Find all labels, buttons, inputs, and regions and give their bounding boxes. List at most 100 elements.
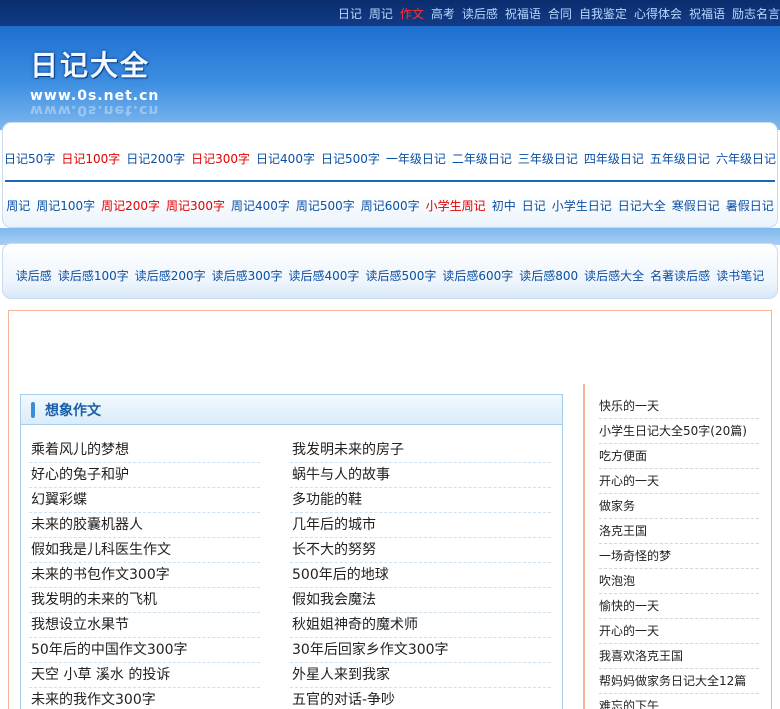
review-nav-link[interactable]: 读后感600字: [442, 267, 513, 284]
sidebar-link[interactable]: 吃方便面: [599, 444, 759, 469]
top-nav-link[interactable]: 读后感: [462, 5, 498, 22]
top-nav-link[interactable]: 日记: [338, 5, 362, 22]
diary-nav-link[interactable]: 六年级日记: [716, 150, 776, 167]
top-nav-link[interactable]: 自我鉴定: [579, 5, 627, 22]
top-nav-link[interactable]: 高考: [431, 5, 455, 22]
diary-nav-link[interactable]: 二年级日记: [452, 150, 512, 167]
article-link[interactable]: 乘着风儿的梦想: [29, 438, 260, 463]
weekly-nav-link[interactable]: 小学生周记: [426, 197, 486, 214]
sidebar-link[interactable]: 开心的一天: [599, 619, 759, 644]
sidebar: 快乐的一天 小学生日记大全50字(20篇) 吃方便面 开心的一天 做家务 洛克王国 一场奇怪…: [584, 384, 772, 709]
review-nav-link[interactable]: 读后感大全: [584, 267, 644, 284]
site-logo[interactable]: 日记大全 www.0s.net.cn www.0s.net.cn: [30, 44, 159, 118]
logo-url-reflection: www.0s.net.cn: [30, 102, 160, 118]
section-header: 想象作文: [21, 395, 562, 425]
weekly-nav-link[interactable]: 周记100字: [36, 197, 95, 214]
top-nav-link[interactable]: 作文: [400, 5, 424, 22]
diary-nav-link[interactable]: 三年级日记: [518, 150, 578, 167]
article-link[interactable]: 天空 小草 溪水 的投诉: [29, 663, 260, 688]
review-nav-link[interactable]: 读书笔记: [716, 267, 764, 284]
diary-nav-link[interactable]: 日记50字: [4, 150, 55, 167]
sidebar-link[interactable]: 洛克王国: [599, 519, 759, 544]
review-nav-link[interactable]: 读后感400字: [289, 267, 360, 284]
sidebar-link[interactable]: 一场奇怪的梦: [599, 544, 759, 569]
diary-nav-link[interactable]: 四年级日记: [584, 150, 644, 167]
weekly-nav-link[interactable]: 周记300字: [166, 197, 225, 214]
site-header: 日记大全 www.0s.net.cn www.0s.net.cn: [0, 26, 780, 130]
section-marker: [31, 401, 35, 418]
weekly-nav-link[interactable]: 周记: [6, 197, 30, 214]
weekly-nav-link[interactable]: 日记: [522, 197, 546, 214]
weekly-nav-link[interactable]: 寒假日记: [672, 197, 720, 214]
weekly-nav-link[interactable]: 小学生日记: [552, 197, 612, 214]
article-link[interactable]: 我发明的未来的飞机: [29, 588, 260, 613]
article-link[interactable]: 50年后的中国作文300字: [29, 638, 260, 663]
article-link[interactable]: 假如我是儿科医生作文: [29, 538, 260, 563]
article-link[interactable]: 五官的对话-争吵: [290, 688, 551, 709]
article-link[interactable]: 我想设立水果节: [29, 613, 260, 638]
article-list: 乘着风儿的梦想 我发明未来的房子好心的兔子和驴 蜗牛与人的故事幻翼彩蝶 多功能的鞋未来…: [29, 438, 551, 709]
weekly-nav-link[interactable]: 周记400字: [231, 197, 290, 214]
weekly-nav-link[interactable]: 暑假日记: [726, 197, 774, 214]
diary-nav-link[interactable]: 日记300字: [191, 150, 250, 167]
sidebar-link[interactable]: 吹泡泡: [599, 569, 759, 594]
article-link[interactable]: 多功能的鞋: [290, 488, 551, 513]
article-link[interactable]: 外星人来到我家: [290, 663, 551, 688]
main-content: 想象作文 乘着风儿的梦想 我发明未来的房子好心的兔子和驴 蜗牛与人的故事幻翼彩蝶 多功…: [8, 384, 584, 709]
top-nav-link[interactable]: 周记: [369, 5, 393, 22]
sidebar-link[interactable]: 小学生日记大全50字(20篇): [599, 419, 759, 444]
review-nav-link[interactable]: 读后感500字: [365, 267, 436, 284]
weekly-nav-link[interactable]: 日记大全: [618, 197, 666, 214]
diary-nav-link[interactable]: 日记500字: [321, 150, 380, 167]
review-nav-row: 读后感 读后感100字 读后感200字 读后感300字 读后感400字 读后感500字 读后…: [3, 267, 777, 284]
nav-divider: [5, 180, 775, 182]
article-link[interactable]: 蜗牛与人的故事: [290, 463, 551, 488]
article-link[interactable]: 500年后的地球: [290, 563, 551, 588]
sidebar-link[interactable]: 愉快的一天: [599, 594, 759, 619]
diary-nav-link[interactable]: 一年级日记: [386, 150, 446, 167]
article-link[interactable]: 未来的我作文300字: [29, 688, 260, 709]
diary-nav-row: 日记50字 日记100字 日记200字 日记300字 日记400字 日记500字 一年级日记…: [3, 150, 777, 167]
weekly-nav-link[interactable]: 周记600字: [361, 197, 420, 214]
top-nav-link[interactable]: 祝福语: [689, 5, 725, 22]
review-nav-link[interactable]: 读后感800: [519, 267, 578, 284]
diary-nav-link[interactable]: 日记100字: [61, 150, 120, 167]
sidebar-link[interactable]: 帮妈妈做家务日记大全12篇: [599, 669, 759, 694]
weekly-nav-link[interactable]: 周记200字: [101, 197, 160, 214]
article-link[interactable]: 长不大的努努: [290, 538, 551, 563]
sidebar-link[interactable]: 我喜欢洛克王国: [599, 644, 759, 669]
diary-nav-link[interactable]: 日记400字: [256, 150, 315, 167]
top-nav-link[interactable]: 祝福语: [505, 5, 541, 22]
top-nav: 日记 周记 作文 高考 读后感 祝福语 合同 自我鉴定 心得体会 祝福语 励志名言: [338, 0, 780, 26]
review-nav-link[interactable]: 读后感100字: [58, 267, 129, 284]
sidebar-link[interactable]: 开心的一天: [599, 469, 759, 494]
ad-area: [8, 310, 772, 384]
article-link[interactable]: 未来的胶囊机器人: [29, 513, 260, 538]
sidebar-link[interactable]: 快乐的一天: [599, 394, 759, 419]
top-bar: 日记 周记 作文 高考 读后感 祝福语 合同 自我鉴定 心得体会 祝福语 励志名言: [0, 0, 780, 26]
section-title[interactable]: 想象作文: [45, 400, 101, 420]
logo-title: 日记大全: [30, 49, 151, 82]
article-link[interactable]: 幻翼彩蝶: [29, 488, 260, 513]
diary-nav-link[interactable]: 日记200字: [126, 150, 185, 167]
sidebar-link[interactable]: 难忘的下午: [599, 694, 759, 709]
top-nav-link[interactable]: 励志名言: [732, 5, 780, 22]
article-link[interactable]: 未来的书包作文300字: [29, 563, 260, 588]
review-nav-link[interactable]: 名著读后感: [650, 267, 710, 284]
weekly-nav-link[interactable]: 周记500字: [296, 197, 355, 214]
article-link[interactable]: 假如我会魔法: [290, 588, 551, 613]
top-nav-link[interactable]: 心得体会: [634, 5, 682, 22]
article-link[interactable]: 秋姐姐神奇的魔术师: [290, 613, 551, 638]
diary-nav-link[interactable]: 五年级日记: [650, 150, 710, 167]
weekly-nav-link[interactable]: 初中: [492, 197, 516, 214]
article-link[interactable]: 30年后回家乡作文300字: [290, 638, 551, 663]
review-nav-link[interactable]: 读后感200字: [135, 267, 206, 284]
review-nav-link[interactable]: 读后感: [16, 267, 52, 284]
article-link[interactable]: 好心的兔子和驴: [29, 463, 260, 488]
article-link[interactable]: 我发明未来的房子: [290, 438, 551, 463]
sidebar-list: 快乐的一天 小学生日记大全50字(20篇) 吃方便面 开心的一天 做家务 洛克王国 一场奇怪…: [599, 394, 759, 709]
top-nav-link[interactable]: 合同: [548, 5, 572, 22]
article-link[interactable]: 几年后的城市: [290, 513, 551, 538]
sidebar-link[interactable]: 做家务: [599, 494, 759, 519]
review-nav-link[interactable]: 读后感300字: [212, 267, 283, 284]
